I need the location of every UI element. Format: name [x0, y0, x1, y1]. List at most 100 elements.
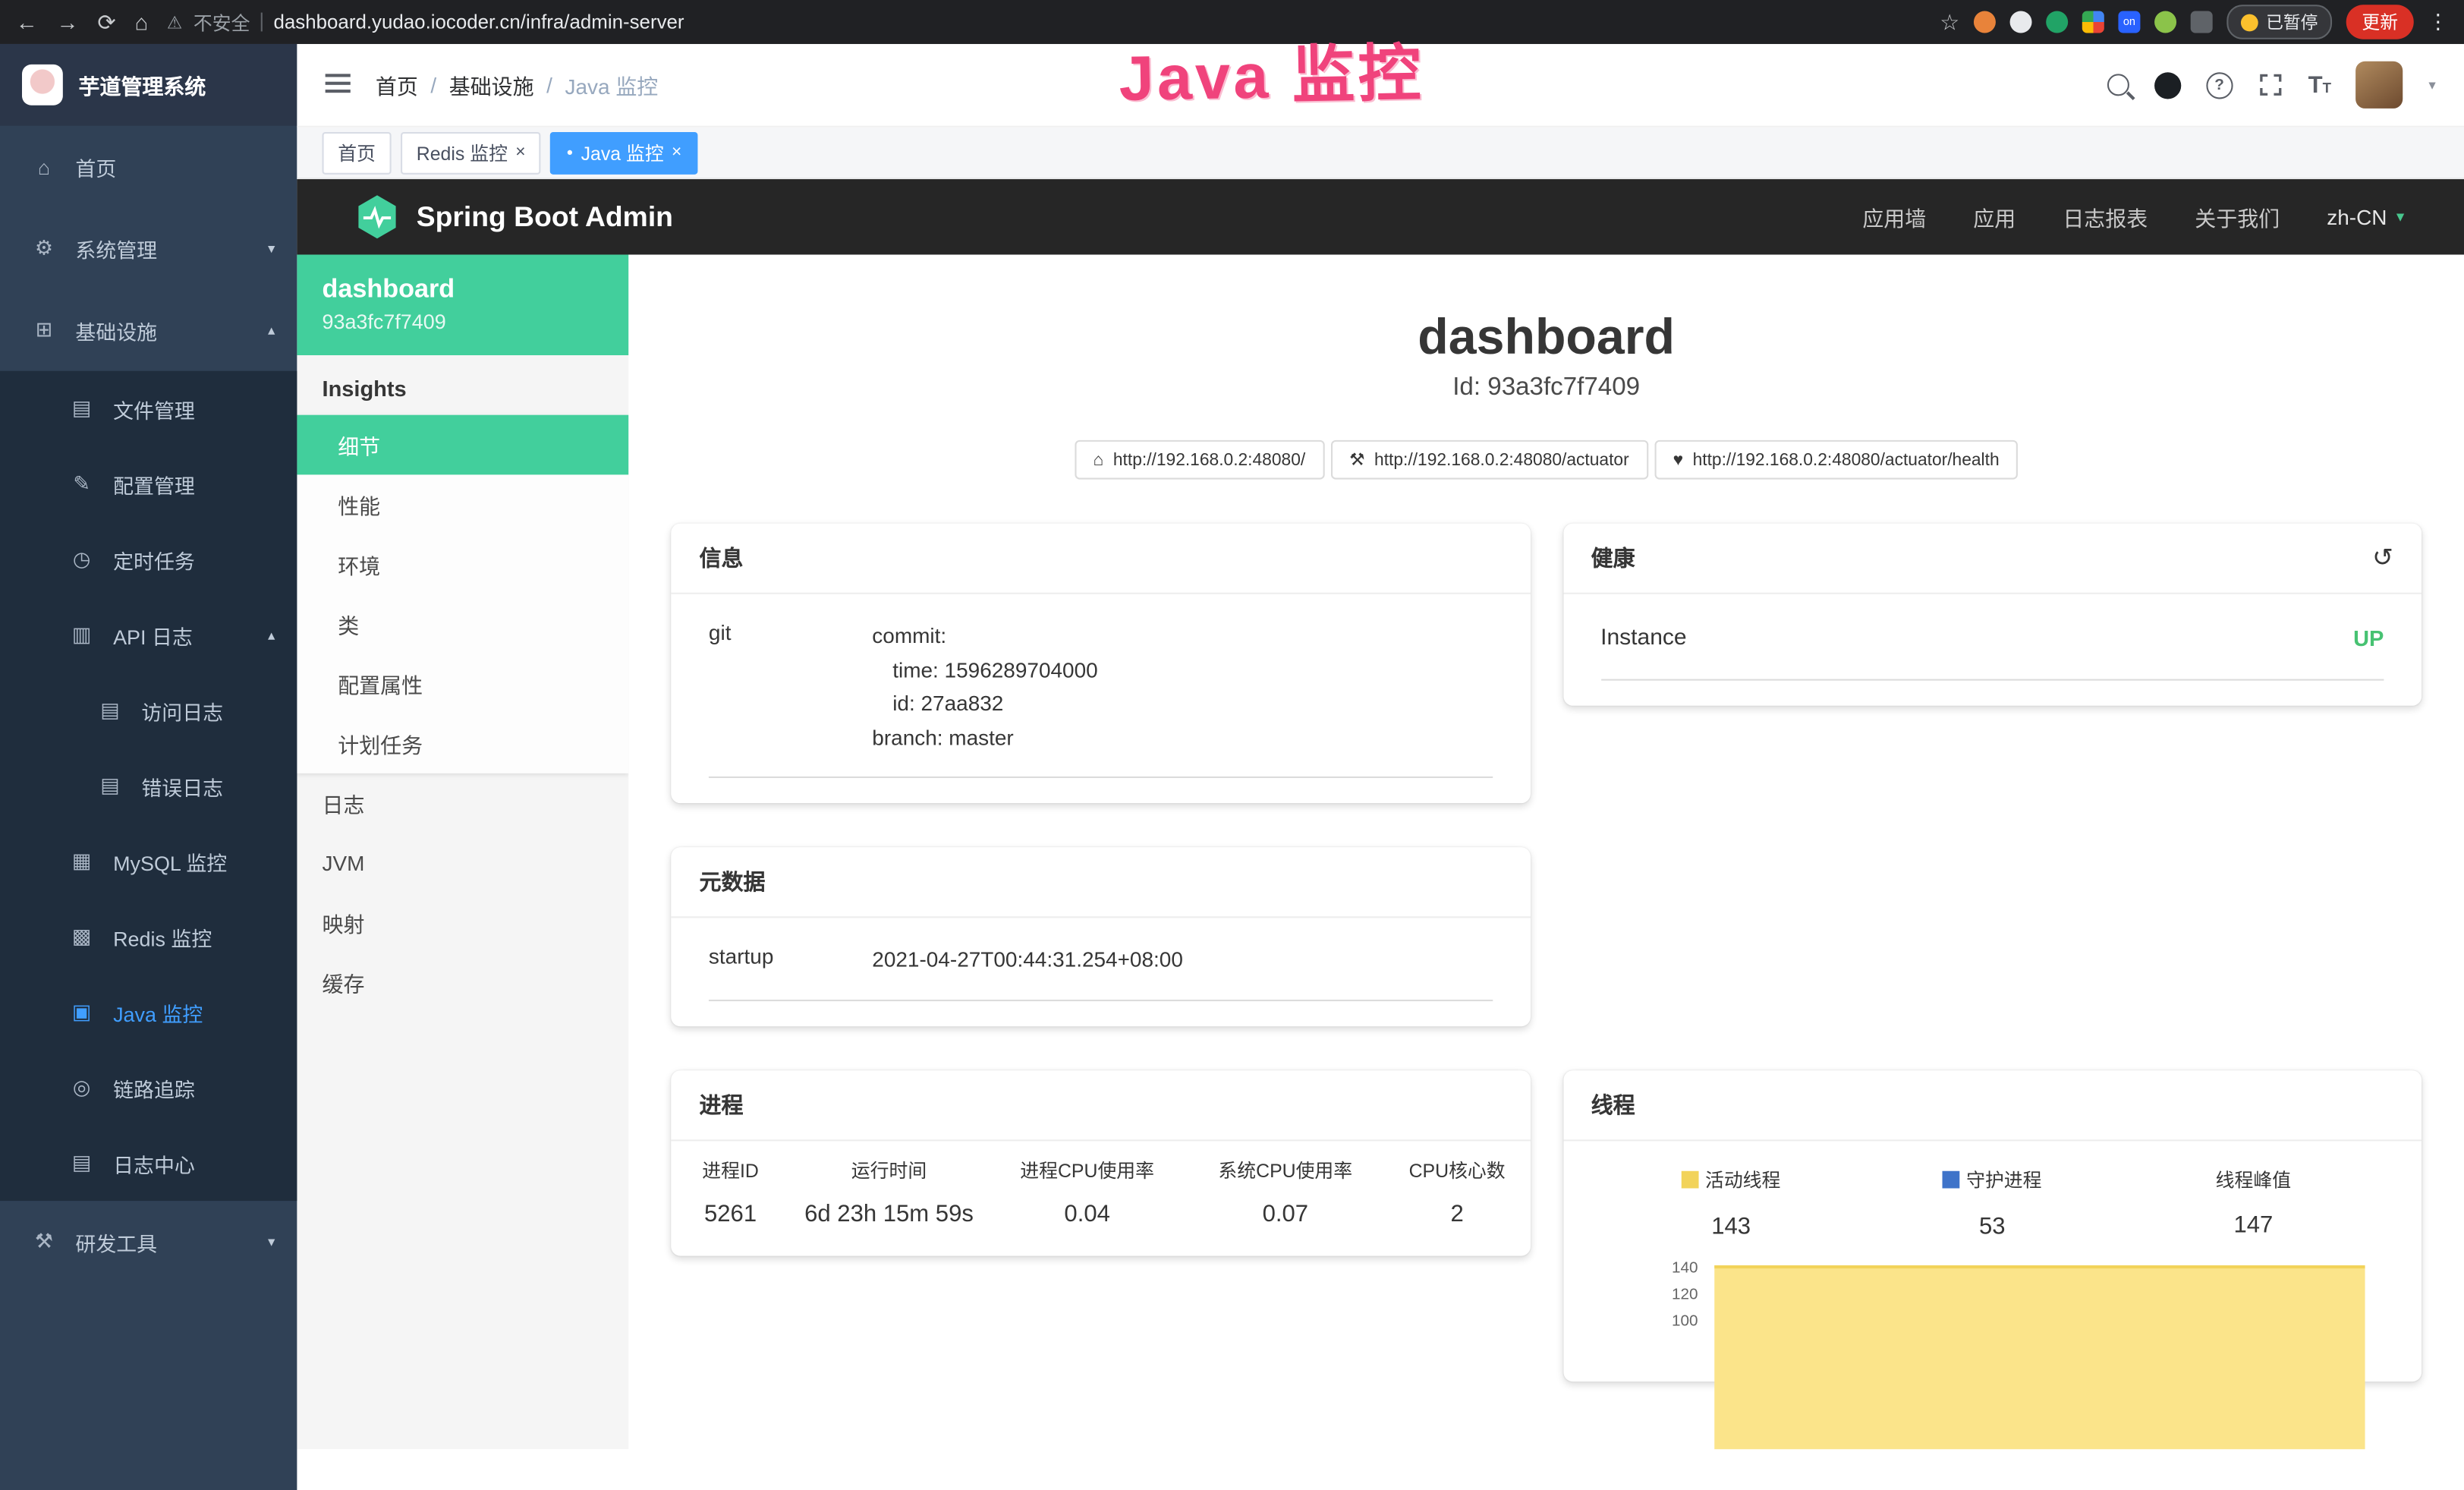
sidebar-item-file-mgmt[interactable]: ▤ 文件管理 [0, 371, 297, 446]
help-icon[interactable]: ? [2206, 71, 2233, 98]
git-id-line: id: 27aa832 [872, 687, 1097, 721]
breadcrumb-separator: / [430, 73, 436, 96]
sidebar-item-system[interactable]: ⚙ 系统管理 ▾ [0, 207, 297, 289]
sba-item-details[interactable]: 细节 [297, 415, 628, 475]
link-health[interactable]: ♥ http://192.168.0.2:48080/actuator/heal… [1654, 440, 2019, 480]
sidebar-item-infrastructure[interactable]: ⊞ 基础设施 ▴ [0, 289, 297, 371]
link-url: http://192.168.0.2:48080/actuator [1374, 450, 1629, 469]
active-threads-area [1713, 1265, 2365, 1449]
sidebar-item-label: API 日志 [113, 620, 193, 650]
sidebar-item-label: 定时任务 [113, 545, 195, 575]
sba-sidebar: dashboard 93a3fc7f7409 Insights 细节 性能 环境… [297, 254, 628, 1449]
active-dot-icon: ● [566, 147, 573, 158]
sba-item-metrics[interactable]: 性能 [297, 474, 628, 534]
legend-label: 活动线程 [1705, 1166, 1780, 1192]
sidebar-item-scheduled-tasks[interactable]: ◷ 定时任务 [0, 522, 297, 597]
fullscreen-icon[interactable] [2258, 72, 2283, 97]
extension-icon-on[interactable]: on [2118, 11, 2140, 33]
history-icon[interactable]: ↺ [2372, 542, 2393, 573]
sba-item-jvm[interactable]: JVM [297, 833, 628, 893]
breadcrumb-infrastructure[interactable]: 基础设施 [449, 69, 534, 100]
sba-nav-applications[interactable]: 应用 [1973, 201, 2016, 232]
back-button[interactable]: ← [16, 9, 38, 34]
sidebar-item-label: 系统管理 [75, 234, 157, 263]
extension-icon-2[interactable] [2010, 11, 2032, 33]
legend-swatch-active [1682, 1171, 1699, 1189]
sidebar-item-api-log[interactable]: ▥ API 日志 ▴ [0, 597, 297, 673]
extension-icon-6[interactable] [2191, 11, 2213, 33]
bookmark-star-icon[interactable]: ☆ [1940, 8, 1959, 35]
sba-item-scheduled[interactable]: 计划任务 [297, 713, 628, 773]
sidebar-item-java-monitor[interactable]: ▣ Java 监控 [0, 975, 297, 1050]
sidebar-item-redis-monitor[interactable]: ▩ Redis 监控 [0, 899, 297, 974]
sba-item-classes[interactable]: 类 [297, 594, 628, 654]
git-branch-line: branch: master [872, 721, 1097, 755]
close-icon[interactable]: × [515, 143, 525, 162]
sidebar-item-trace[interactable]: ◎ 链路追踪 [0, 1050, 297, 1125]
dashboard-icon: ⌂ [31, 155, 56, 178]
link-actuator[interactable]: ⚒ http://192.168.0.2:48080/actuator [1330, 440, 1647, 480]
sidebar-item-dev-tools[interactable]: ⚒ 研发工具 ▾ [0, 1201, 297, 1283]
sba-nav-about[interactable]: 关于我们 [2195, 201, 2280, 232]
breadcrumb-home[interactable]: 首页 [376, 69, 418, 100]
sba-instance-header[interactable]: dashboard 93a3fc7f7409 [297, 254, 628, 355]
card-info: 信息 git commit: time: 1596289704000 id: 2… [671, 524, 1530, 804]
chevron-down-icon[interactable]: ▾ [2428, 76, 2435, 93]
sidebar-item-label: Redis 监控 [113, 922, 212, 952]
close-icon[interactable]: × [672, 143, 681, 162]
app-logo-row[interactable]: 芋道管理系统 [0, 44, 297, 126]
tab-home[interactable]: 首页 [323, 131, 392, 174]
header-actions: ? T T ▾ [2107, 61, 2436, 109]
reload-button[interactable]: ⟳ [97, 8, 115, 35]
threads-chart: 140 120 100 [1600, 1262, 2384, 1356]
github-icon[interactable] [2154, 71, 2181, 98]
sidebar-item-error-log[interactable]: ▤ 错误日志 [0, 748, 297, 824]
card-health: 健康 ↺ Instance UP [1562, 524, 2422, 706]
infrastructure-submenu: ▤ 文件管理 ✎ 配置管理 ◷ 定时任务 ▥ API 日志 ▴ ▤ [0, 371, 297, 1201]
sidebar-item-log-center[interactable]: ▤ 日志中心 [0, 1126, 297, 1201]
col-header: 进程ID [671, 1157, 790, 1183]
sba-nav-wallboard[interactable]: 应用墙 [1862, 201, 1926, 232]
paused-badge[interactable]: 已暂停 [2226, 5, 2332, 39]
security-label[interactable]: 不安全 [194, 8, 250, 35]
home-button[interactable]: ⌂ [135, 9, 149, 34]
update-button[interactable]: 更新 [2346, 5, 2414, 39]
link-root[interactable]: ⌂ http://192.168.0.2:48080/ [1075, 440, 1324, 480]
sidebar-item-mysql-monitor[interactable]: ▦ MySQL 监控 [0, 824, 297, 899]
forward-button[interactable]: → [57, 9, 79, 34]
sba-item-environment[interactable]: 环境 [297, 534, 628, 594]
tab-redis-monitor[interactable]: Redis 监控 × [401, 131, 541, 174]
sba-locale-select[interactable]: zh-CN ▾ [2327, 205, 2404, 228]
extension-icon-3[interactable] [2046, 11, 2068, 33]
address-bar[interactable]: ⚠ 不安全 dashboard.yudao.iocoder.cn/infra/a… [167, 8, 1921, 35]
sidebar-collapse-icon[interactable] [326, 74, 351, 96]
browser-menu-kebab[interactable]: ⋮ [2428, 9, 2448, 34]
search-icon[interactable] [2107, 74, 2129, 96]
url-text[interactable]: dashboard.yudao.iocoder.cn/infra/admin-s… [274, 11, 684, 33]
sidebar-item-config-mgmt[interactable]: ✎ 配置管理 [0, 446, 297, 521]
tools-icon: ⚒ [31, 1229, 56, 1254]
sba-brand[interactable]: Spring Boot Admin [354, 194, 673, 241]
sba-item-logs[interactable]: 日志 [297, 773, 628, 833]
chart-y-axis: 140 120 100 [1600, 1262, 1710, 1356]
sba-item-label: 性能 [338, 489, 380, 520]
row-label: git [709, 619, 872, 755]
font-size-icon[interactable]: T T [2308, 73, 2331, 96]
sba-item-mappings[interactable]: 映射 [297, 893, 628, 953]
sidebar-item-label: 文件管理 [113, 394, 195, 424]
avatar[interactable] [2356, 61, 2403, 109]
api-log-icon: ▥ [69, 622, 94, 647]
sba-nav-journal[interactable]: 日志报表 [2063, 201, 2148, 232]
extension-icon-4[interactable] [2082, 11, 2104, 33]
extension-icon-5[interactable] [2154, 11, 2176, 33]
sba-item-caches[interactable]: 缓存 [297, 953, 628, 1013]
sidebar-item-home[interactable]: ⌂ 首页 [0, 126, 297, 208]
sba-navbar: Spring Boot Admin 应用墙 应用 日志报表 关于我们 zh-CN… [297, 179, 2464, 254]
infrastructure-icon: ⊞ [31, 317, 56, 342]
tab-java-monitor[interactable]: ● Java 监控 × [551, 131, 697, 174]
extension-icon-1[interactable] [1974, 11, 1996, 33]
sba-logo-icon [354, 194, 401, 241]
sidebar-item-label: 链路追踪 [113, 1073, 195, 1102]
sidebar-item-access-log[interactable]: ▤ 访问日志 [0, 673, 297, 748]
sba-item-config-props[interactable]: 配置属性 [297, 654, 628, 713]
